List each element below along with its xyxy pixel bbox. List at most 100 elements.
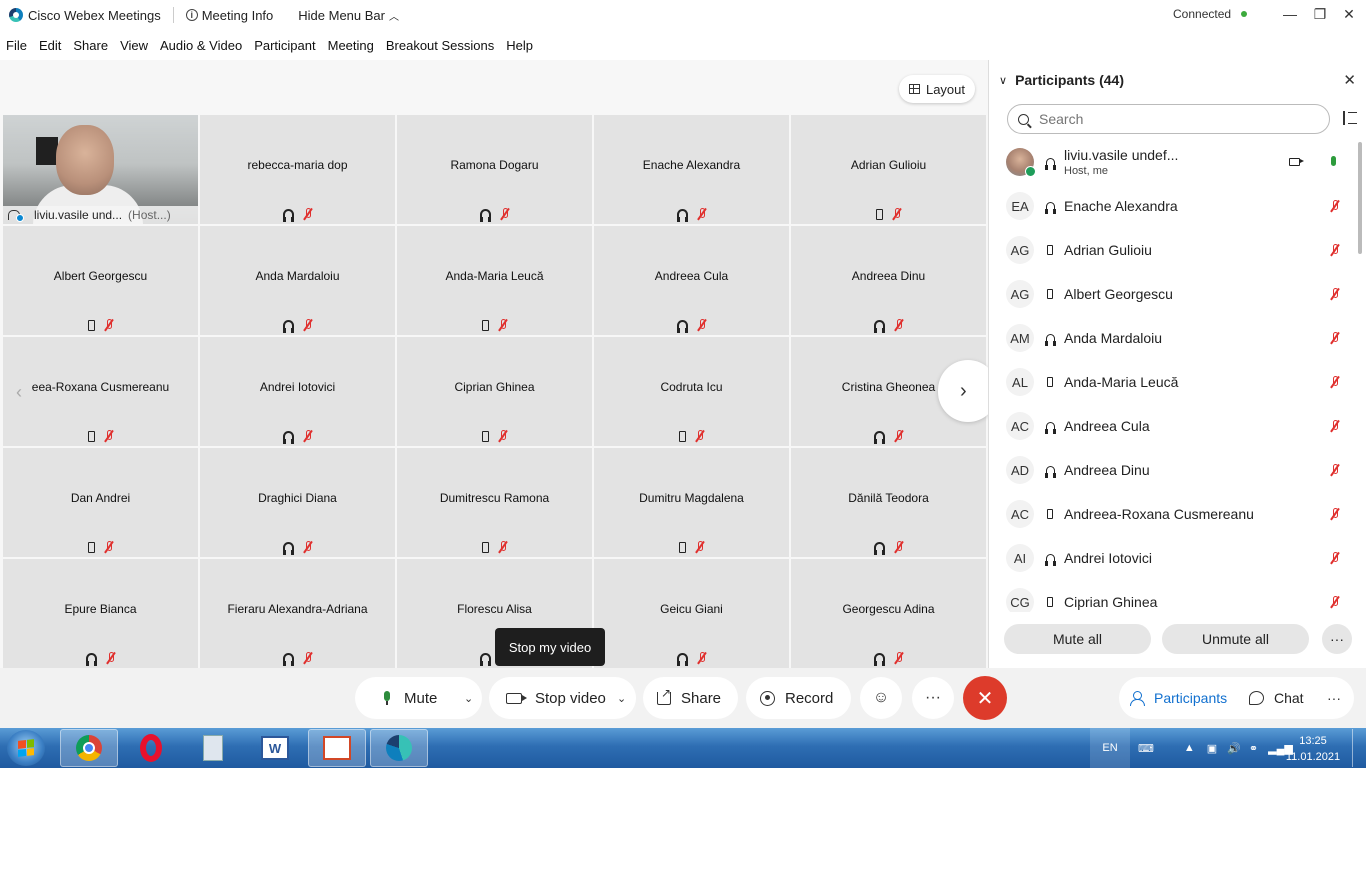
word-icon: W: [261, 736, 289, 760]
participant-row[interactable]: AM Anda Mardaloiu: [989, 316, 1357, 360]
participant-video-tile[interactable]: Georgescu Adina: [791, 559, 986, 668]
show-hidden-icons-icon[interactable]: ▲: [1184, 742, 1195, 754]
participant-video-tile[interactable]: Anda-Maria Leucă: [397, 226, 592, 335]
mute-all-button[interactable]: Mute all: [1004, 624, 1151, 654]
keyboard-icon[interactable]: ⌨: [1138, 742, 1154, 755]
layout-button[interactable]: Layout: [899, 75, 975, 103]
participant-video-tile[interactable]: Adrian Gulioiu: [791, 115, 986, 224]
participants-panel-header[interactable]: ∨ Participants (44): [999, 72, 1124, 88]
participant-search-input[interactable]: [1039, 111, 1309, 127]
language-indicator[interactable]: EN: [1090, 728, 1130, 768]
participant-row[interactable]: liviu.vasile undef... Host, me: [989, 140, 1357, 184]
menu-file[interactable]: File: [6, 38, 27, 53]
minimize-button[interactable]: —: [1273, 0, 1307, 28]
more-panels-button[interactable]: ···: [1314, 677, 1354, 719]
meeting-info-label: Meeting Info: [201, 7, 274, 23]
leave-meeting-button[interactable]: ✕: [963, 676, 1007, 720]
participant-video-tile[interactable]: rebecca-maria dop: [200, 115, 395, 224]
participant-video-tile[interactable]: Dănilă Teodora: [791, 448, 986, 557]
participant-video-tile[interactable]: Ramona Dogaru: [397, 115, 592, 224]
participant-row[interactable]: AG Albert Georgescu: [989, 272, 1357, 316]
participant-video-tile[interactable]: Dan Andrei: [3, 448, 198, 557]
muted-microphone-icon[interactable]: [1331, 464, 1339, 476]
mute-button[interactable]: Mute ⌄: [355, 677, 482, 719]
menu-view[interactable]: View: [120, 38, 148, 53]
muted-microphone-icon[interactable]: [1331, 288, 1339, 300]
menu-audio-video[interactable]: Audio & Video: [160, 38, 242, 53]
stop-video-button[interactable]: Stop video ⌄: [489, 677, 636, 719]
menu-participant[interactable]: Participant: [254, 38, 315, 53]
participant-video-tile[interactable]: Andrei Iotovici: [200, 337, 395, 446]
unmute-all-button[interactable]: Unmute all: [1162, 624, 1309, 654]
participant-row[interactable]: AG Adrian Gulioiu: [989, 228, 1357, 272]
more-options-button[interactable]: ···: [912, 677, 954, 719]
taskbar-webex[interactable]: [370, 729, 428, 767]
volume-icon[interactable]: 🔊: [1227, 742, 1241, 755]
participant-video-tile[interactable]: Enache Alexandra: [594, 115, 789, 224]
participant-video-tile[interactable]: Fieraru Alexandra-Adriana: [200, 559, 395, 668]
menu-help[interactable]: Help: [506, 38, 533, 53]
participant-video-tile[interactable]: Ciprian Ghinea: [397, 337, 592, 446]
taskbar-calculator[interactable]: [184, 729, 242, 767]
video-camera-icon[interactable]: [1289, 158, 1304, 166]
muted-microphone-icon[interactable]: [1331, 200, 1339, 212]
muted-microphone-icon[interactable]: [1331, 420, 1339, 432]
previous-page-icon[interactable]: ‹: [16, 382, 22, 403]
participant-list-scrollbar[interactable]: [1358, 142, 1362, 254]
participant-row[interactable]: AL Anda-Maria Leucă: [989, 360, 1357, 404]
menu-edit[interactable]: Edit: [39, 38, 61, 53]
taskbar-chrome[interactable]: [60, 729, 118, 767]
participant-search[interactable]: [1007, 104, 1330, 134]
participant-row[interactable]: AC Andreea Cula: [989, 404, 1357, 448]
participant-row[interactable]: AI Andrei Iotovici: [989, 536, 1357, 580]
menu-meeting[interactable]: Meeting: [328, 38, 374, 53]
participant-row[interactable]: AD Andreea Dinu: [989, 448, 1357, 492]
taskbar-powerpoint[interactable]: [308, 729, 366, 767]
participant-row[interactable]: AC Andreea-Roxana Cusmereanu: [989, 492, 1357, 536]
participant-video-tile[interactable]: Andreea Cula: [594, 226, 789, 335]
close-window-button[interactable]: ✕: [1332, 0, 1366, 28]
start-button[interactable]: [7, 730, 45, 766]
video-options-chevron-icon[interactable]: ⌄: [617, 692, 626, 705]
panel-more-button[interactable]: ···: [1322, 624, 1352, 654]
self-video-tile[interactable]: liviu.vasile und... (Host...): [3, 115, 198, 224]
muted-microphone-icon[interactable]: [1331, 508, 1339, 520]
participant-row[interactable]: CG Ciprian Ghinea: [989, 580, 1357, 612]
participants-tab[interactable]: Participants: [1119, 677, 1237, 719]
taskbar-word[interactable]: W: [246, 729, 304, 767]
device-icon[interactable]: ▣: [1207, 742, 1217, 755]
participant-video-tile[interactable]: Epure Bianca: [3, 559, 198, 668]
menu-share[interactable]: Share: [73, 38, 108, 53]
muted-microphone-icon[interactable]: [1331, 376, 1339, 388]
participant-video-tile[interactable]: Albert Georgescu: [3, 226, 198, 335]
participant-video-tile[interactable]: Codruta Icu: [594, 337, 789, 446]
muted-microphone-icon[interactable]: [1331, 552, 1339, 564]
record-button[interactable]: Record: [746, 677, 851, 719]
participant-video-tile[interactable]: eea-Roxana Cusmereanu: [3, 337, 198, 446]
participant-video-tile[interactable]: Andreea Dinu: [791, 226, 986, 335]
share-button[interactable]: Share: [643, 677, 738, 719]
participant-video-tile[interactable]: Anda Mardaloiu: [200, 226, 395, 335]
participant-video-tile[interactable]: Draghici Diana: [200, 448, 395, 557]
avatar: [1006, 148, 1036, 177]
participant-video-tile[interactable]: Dumitrescu Ramona: [397, 448, 592, 557]
participant-video-tile[interactable]: Dumitru Magdalena: [594, 448, 789, 557]
headset-icon: [1044, 553, 1056, 566]
reactions-button[interactable]: ☺: [860, 677, 902, 719]
clock[interactable]: 13:25 11.01.2021: [1284, 733, 1342, 765]
close-panel-button[interactable]: ✕: [1343, 71, 1356, 89]
network-sharing-icon[interactable]: ⚭: [1249, 742, 1258, 755]
muted-microphone-icon[interactable]: [1331, 332, 1339, 344]
participant-row[interactable]: EA Enache Alexandra: [989, 184, 1357, 228]
chat-tab[interactable]: Chat: [1237, 677, 1314, 719]
muted-microphone-icon[interactable]: [1331, 244, 1339, 256]
muted-microphone-icon[interactable]: [1331, 596, 1339, 608]
menu-breakout-sessions[interactable]: Breakout Sessions: [386, 38, 494, 53]
show-desktop-button[interactable]: [1352, 729, 1364, 767]
mute-options-chevron-icon[interactable]: ⌄: [464, 692, 473, 705]
hide-menu-bar-button[interactable]: Hide Menu Bar ︿: [298, 8, 399, 23]
sort-icon[interactable]: [1343, 111, 1357, 125]
meeting-info-button[interactable]: i Meeting Info: [185, 7, 274, 23]
taskbar-opera[interactable]: [122, 729, 180, 767]
participant-video-tile[interactable]: Geicu Giani: [594, 559, 789, 668]
